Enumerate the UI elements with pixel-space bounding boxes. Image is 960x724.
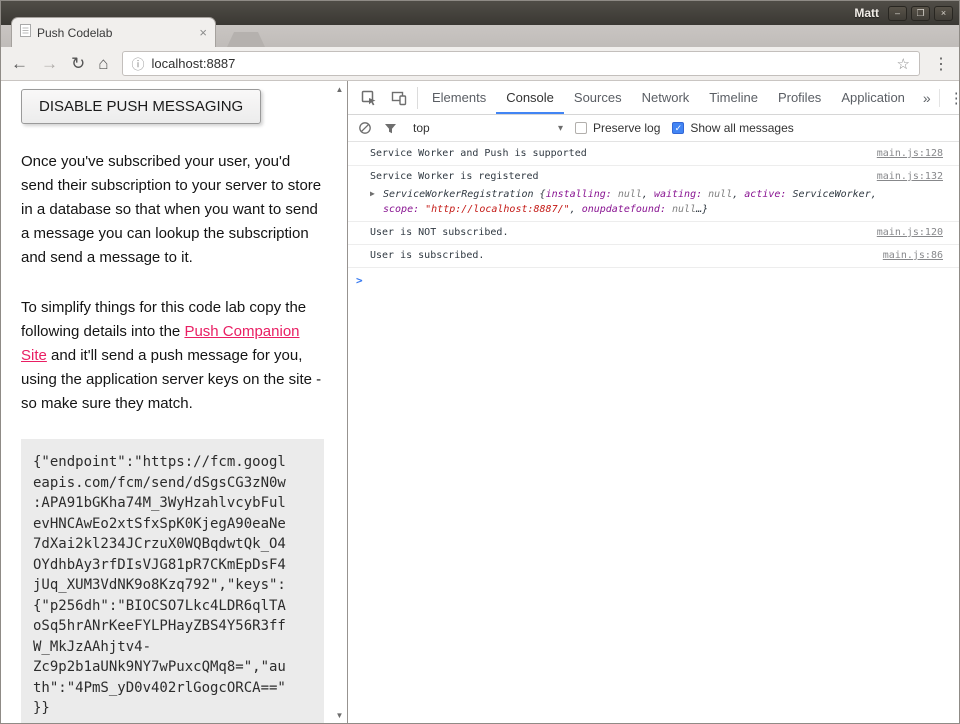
tab-title: Push Codelab	[37, 26, 193, 40]
devtools-menu-icon[interactable]: ⋮	[939, 89, 960, 107]
console-message-text: User is NOT subscribed.	[370, 226, 865, 240]
console-message-text: Service Worker is registered	[370, 170, 865, 184]
disable-push-button[interactable]: DISABLE PUSH MESSAGING	[21, 89, 261, 124]
subscription-code-block: {"endpoint":"https://fcm.googl eapis.com…	[21, 439, 324, 723]
paragraph-simplify-after: and it'll send a push message for you, u…	[21, 347, 321, 412]
home-button[interactable]: ⌂	[98, 55, 108, 72]
tab-elements[interactable]: Elements	[422, 81, 496, 114]
chevron-down-icon: ▾	[558, 123, 563, 134]
console-source-link[interactable]: main.js:86	[883, 249, 943, 263]
console-source-link[interactable]: main.js:120	[877, 226, 943, 240]
checkbox-checked-icon: ✓	[672, 122, 684, 134]
console-source-link[interactable]: main.js:128	[877, 147, 943, 161]
preserve-log-checkbox[interactable]: Preserve log	[575, 121, 660, 135]
paragraph-simplify: To simplify things for this code lab cop…	[21, 296, 324, 416]
devtools-tabs: Elements Console Sources Network Timelin…	[422, 81, 915, 114]
devtools-panel: Elements Console Sources Network Timelin…	[347, 81, 959, 723]
scroll-up-icon[interactable]: ▲	[336, 85, 344, 94]
preserve-log-label: Preserve log	[593, 121, 660, 135]
console-message: Service Worker and Push is supported mai…	[348, 143, 959, 166]
console-source-link[interactable]: main.js:132	[877, 170, 943, 184]
prompt-chevron-icon: >	[356, 274, 363, 287]
tab-console[interactable]: Console	[496, 81, 564, 114]
tab-close-icon[interactable]: ×	[199, 26, 207, 39]
paragraph-subscribe: Once you've subscribed your user, you'd …	[21, 150, 324, 270]
context-selector-value: top	[413, 121, 430, 135]
console-message-text: Service Worker and Push is supported	[370, 147, 865, 161]
inspect-element-icon[interactable]	[354, 90, 384, 106]
show-all-messages-label: Show all messages	[690, 121, 793, 135]
window-title: Matt	[854, 6, 879, 20]
scroll-down-icon[interactable]: ▼	[336, 711, 344, 720]
tab-network[interactable]: Network	[632, 81, 700, 114]
forward-button[interactable]: →	[41, 55, 58, 72]
window-close-button[interactable]: ×	[934, 6, 953, 21]
object-preview-text: ServiceWorkerRegistration {installing: n…	[383, 187, 879, 217]
bookmark-star-icon[interactable]: ☆	[897, 55, 910, 73]
filter-icon[interactable]	[384, 122, 397, 135]
console-toolbar: top ▾ Preserve log ✓ Show all messages	[348, 115, 959, 142]
tab-profiles[interactable]: Profiles	[768, 81, 831, 114]
devtools-icon-group	[354, 87, 418, 109]
content-area: DISABLE PUSH MESSAGING Once you've subsc…	[1, 81, 959, 723]
more-tabs-icon[interactable]: »	[915, 90, 939, 106]
browser-window: Matt – ❐ × Push Codelab × ← → ↻ ⌂ ⓘ loca…	[0, 0, 960, 724]
tab-strip: Push Codelab ×	[1, 25, 959, 47]
new-tab-button[interactable]	[227, 32, 265, 47]
page-content: DISABLE PUSH MESSAGING Once you've subsc…	[1, 81, 332, 723]
page-info-icon[interactable]: ⓘ	[132, 54, 145, 73]
clear-console-icon[interactable]	[358, 121, 372, 135]
address-bar[interactable]: ⓘ localhost:8887 ☆	[122, 51, 920, 76]
tab-application[interactable]: Application	[831, 81, 915, 114]
console-message-text: User is subscribed.	[370, 249, 871, 263]
back-button[interactable]: ←	[11, 55, 28, 72]
expand-arrow-icon[interactable]: ▶	[370, 187, 383, 217]
devtools-tabbar: Elements Console Sources Network Timelin…	[348, 81, 959, 115]
console-message: Service Worker is registered main.js:132…	[348, 166, 959, 222]
maximize-button[interactable]: ❐	[911, 6, 930, 21]
reload-button[interactable]: ↻	[71, 55, 85, 72]
minimize-button[interactable]: –	[888, 6, 907, 21]
device-toolbar-icon[interactable]	[384, 90, 414, 106]
favicon-icon	[20, 24, 31, 42]
console-message: User is subscribed. main.js:86	[348, 245, 959, 268]
checkbox-unchecked-icon	[575, 122, 587, 134]
tab-timeline[interactable]: Timeline	[699, 81, 768, 114]
console-prompt[interactable]: >	[348, 268, 959, 290]
console-message: User is NOT subscribed. main.js:120	[348, 222, 959, 245]
url-text[interactable]: localhost:8887	[152, 56, 890, 71]
tab-sources[interactable]: Sources	[564, 81, 632, 114]
page-pane: DISABLE PUSH MESSAGING Once you've subsc…	[1, 81, 347, 723]
browser-toolbar: ← → ↻ ⌂ ⓘ localhost:8887 ☆ ⋮	[1, 47, 959, 81]
object-preview[interactable]: ▶ ServiceWorkerRegistration {installing:…	[370, 187, 879, 217]
show-all-messages-checkbox[interactable]: ✓ Show all messages	[672, 121, 793, 135]
console-messages: Service Worker and Push is supported mai…	[348, 142, 959, 723]
browser-menu-icon[interactable]: ⋮	[933, 54, 949, 74]
browser-tab[interactable]: Push Codelab ×	[11, 17, 216, 47]
context-selector[interactable]: top ▾	[413, 121, 563, 135]
page-scrollbar[interactable]: ▲ ▼	[332, 81, 347, 723]
